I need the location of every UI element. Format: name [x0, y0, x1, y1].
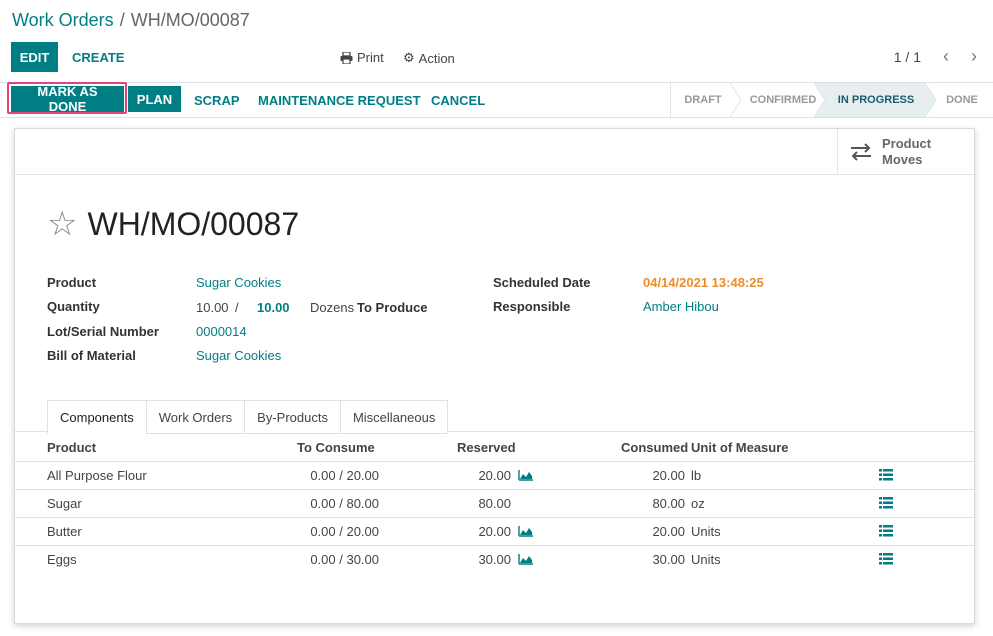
pager-previous-icon[interactable]: ‹ — [943, 46, 949, 67]
plan-button[interactable]: PLAN — [128, 86, 181, 112]
stage-confirmed[interactable]: CONFIRMED — [741, 83, 825, 117]
detailed-operations-icon[interactable] — [879, 525, 893, 537]
gear-icon: ⚙ — [403, 50, 415, 65]
breadcrumb-current: WH/MO/00087 — [130, 10, 250, 30]
row-uom: lb — [691, 468, 702, 483]
stage-separator — [925, 83, 937, 117]
row-to-consume: 0.00 / 80.00 — [310, 496, 379, 511]
product-value[interactable]: Sugar Cookies — [196, 275, 281, 290]
column-reserved[interactable]: Reserved — [457, 440, 516, 455]
row-consumed[interactable]: 20.00 — [625, 468, 685, 483]
lot-value[interactable]: 0000014 — [196, 324, 247, 339]
forecast-chart-icon[interactable] — [518, 469, 534, 481]
row-product: All Purpose Flour — [47, 468, 147, 483]
table-row[interactable]: Eggs 0.00 / 30.00 30.00 30.00 Units — [15, 545, 974, 573]
detailed-operations-icon[interactable] — [879, 553, 893, 565]
scrap-button[interactable]: SCRAP — [194, 93, 240, 108]
edit-button[interactable]: EDIT — [11, 42, 58, 72]
column-to-consume[interactable]: To Consume — [297, 440, 375, 455]
print-icon — [340, 51, 353, 64]
row-reserved: 80.00 — [478, 496, 511, 511]
scheduled-date-label: Scheduled Date — [493, 275, 591, 290]
title-row: ☆ WH/MO/00087 — [47, 204, 299, 244]
record-title: WH/MO/00087 — [87, 205, 300, 242]
action-label: Action — [418, 50, 455, 66]
stage-draft[interactable]: DRAFT — [670, 83, 735, 117]
bom-label: Bill of Material — [47, 348, 136, 363]
breadcrumb: Work Orders / WH/MO/00087 — [12, 10, 250, 31]
maintenance-request-button[interactable]: MAINTENANCE REQUEST — [258, 93, 421, 108]
lot-label: Lot/Serial Number — [47, 324, 159, 339]
quantity-label: Quantity — [47, 299, 100, 314]
table-row[interactable]: Butter 0.00 / 20.00 20.00 20.00 Units — [15, 517, 974, 546]
print-menu[interactable]: Print — [340, 50, 384, 65]
row-consumed[interactable]: 80.00 — [625, 496, 685, 511]
quantity-produced-value: 10.00 — [196, 300, 229, 315]
row-reserved: 30.00 — [478, 552, 511, 567]
cancel-button[interactable]: CANCEL — [431, 93, 485, 108]
row-consumed[interactable]: 30.00 — [625, 552, 685, 567]
row-to-consume: 0.00 / 20.00 — [310, 524, 379, 539]
forecast-chart-icon[interactable] — [518, 553, 534, 565]
row-to-consume: 0.00 / 20.00 — [310, 468, 379, 483]
column-unit-of-measure[interactable]: Unit of Measure — [691, 440, 789, 455]
detailed-operations-icon[interactable] — [879, 497, 893, 509]
row-reserved: 20.00 — [478, 524, 511, 539]
action-menu[interactable]: ⚙ Action — [403, 50, 455, 66]
row-product: Eggs — [47, 552, 77, 567]
quantity-separator: / — [235, 300, 239, 315]
create-button[interactable]: CREATE — [72, 50, 124, 65]
mark-as-done-highlight — [7, 82, 127, 114]
components-table-header: Product To Consume Reserved Consumed Uni… — [15, 433, 974, 462]
star-icon[interactable]: ☆ — [47, 204, 77, 244]
uom-value: Dozens — [310, 300, 355, 315]
product-moves-button[interactable]: Product Moves — [837, 129, 974, 174]
row-uom: Units — [691, 552, 721, 567]
to-produce-label: To Produce — [357, 300, 428, 315]
row-reserved: 20.00 — [478, 468, 511, 483]
row-uom: oz — [691, 496, 705, 511]
quantity-total-value[interactable]: 10.00 — [257, 300, 290, 315]
breadcrumb-work-orders-link[interactable]: Work Orders — [12, 10, 114, 30]
scheduled-date-value[interactable]: 04/14/2021 13:48:25 — [643, 275, 764, 290]
stage-in-progress[interactable]: IN PROGRESS — [826, 83, 926, 117]
smart-button-label-line1: Product — [882, 135, 932, 151]
breadcrumb-separator: / — [119, 10, 125, 30]
tab-by-products[interactable]: By-Products — [244, 400, 341, 434]
print-label: Print — [357, 50, 384, 65]
smart-button-box: Product Moves — [15, 129, 974, 175]
responsible-label: Responsible — [493, 299, 571, 314]
row-uom: Units — [691, 524, 721, 539]
product-label: Product — [47, 275, 97, 290]
exchange-icon — [851, 142, 871, 161]
row-to-consume: 0.00 / 30.00 — [310, 552, 379, 567]
row-product: Sugar — [47, 496, 82, 511]
pager-value[interactable]: 1 / 1 — [894, 49, 921, 65]
column-product[interactable]: Product — [47, 440, 96, 455]
tab-miscellaneous[interactable]: Miscellaneous — [339, 400, 449, 434]
tab-work-orders[interactable]: Work Orders — [145, 400, 246, 434]
row-consumed[interactable]: 20.00 — [625, 524, 685, 539]
smart-button-label-line2: Moves — [882, 151, 923, 167]
bom-value[interactable]: Sugar Cookies — [196, 348, 281, 363]
tab-components[interactable]: Components — [47, 400, 147, 434]
stage-done[interactable]: DONE — [937, 83, 987, 117]
row-product: Butter — [47, 524, 82, 539]
detailed-operations-icon[interactable] — [879, 469, 893, 481]
responsible-value[interactable]: Amber Hibou — [643, 299, 719, 314]
table-row[interactable]: Sugar 0.00 / 80.00 80.00 80.00 oz — [15, 489, 974, 518]
notebook-tabs: Components Work Orders By-Products Misce… — [47, 400, 449, 434]
pager-next-icon[interactable]: › — [971, 46, 977, 67]
column-consumed[interactable]: Consumed — [621, 440, 688, 455]
forecast-chart-icon[interactable] — [518, 525, 534, 537]
table-row[interactable]: All Purpose Flour 0.00 / 20.00 20.00 20.… — [15, 461, 974, 490]
form-sheet: Product Moves ☆ WH/MO/00087 Product Suga… — [14, 128, 975, 624]
stage-separator — [814, 83, 826, 117]
